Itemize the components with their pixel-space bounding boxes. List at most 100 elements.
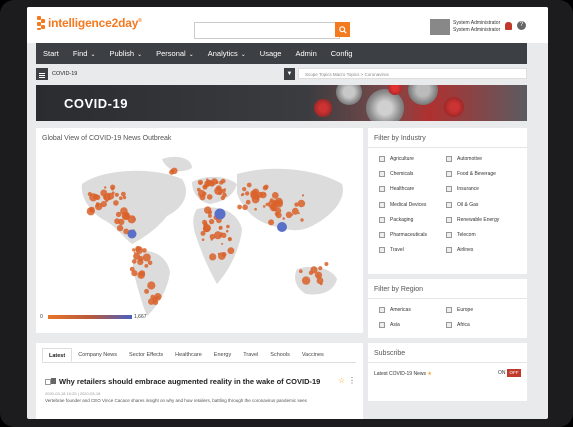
outbreak-bubble[interactable]: [282, 217, 285, 220]
outbreak-bubble[interactable]: [237, 204, 243, 210]
nav-item-personal[interactable]: Personal ⌄: [149, 49, 201, 58]
outbreak-bubble[interactable]: [144, 264, 149, 268]
nav-item-publish[interactable]: Publish ⌄: [102, 49, 149, 58]
filter-option[interactable]: Healthcare: [379, 185, 446, 193]
tab-latest[interactable]: Latest: [42, 348, 73, 362]
outbreak-bubble[interactable]: [218, 225, 223, 230]
outbreak-bubble[interactable]: [257, 191, 264, 198]
outbreak-bubble[interactable]: [208, 218, 215, 225]
checkbox[interactable]: [379, 231, 385, 238]
filter-option[interactable]: Insurance: [446, 185, 524, 193]
filter-icon[interactable]: ▼: [284, 68, 295, 80]
outbreak-bubble[interactable]: [227, 247, 235, 255]
nav-item-find[interactable]: Find ⌄: [66, 49, 103, 58]
outbreak-bubble[interactable]: [93, 193, 99, 200]
filter-option[interactable]: Food & Beverage: [446, 170, 524, 178]
filter-option[interactable]: Asia: [379, 321, 446, 329]
filter-option[interactable]: Medical Devices: [379, 201, 446, 209]
outbreak-bubble[interactable]: [142, 253, 151, 262]
filter-option[interactable]: Americas: [379, 306, 446, 314]
outbreak-bubble[interactable]: [133, 218, 136, 221]
nav-item-config[interactable]: Config: [324, 49, 360, 58]
subscribe-toggle[interactable]: OFF: [507, 369, 521, 377]
outbreak-bubble[interactable]: [211, 178, 218, 185]
outbreak-bubble[interactable]: [103, 195, 107, 200]
filter-option[interactable]: Agriculture: [379, 155, 446, 163]
outbreak-bubble[interactable]: [218, 191, 223, 196]
user-info[interactable]: System Administrator System Administrato…: [453, 20, 500, 34]
outbreak-bubble[interactable]: [147, 260, 153, 266]
outbreak-bubble[interactable]: [222, 192, 227, 198]
tab-healthcare[interactable]: Healthcare: [169, 348, 208, 362]
outbreak-bubble[interactable]: [271, 192, 279, 199]
outbreak-bubble[interactable]: [87, 192, 92, 197]
avatar[interactable]: [430, 19, 450, 35]
outbreak-bubble[interactable]: [217, 252, 221, 255]
filter-option[interactable]: Telecom: [446, 231, 524, 239]
outbreak-bubble[interactable]: [201, 238, 205, 241]
outbreak-bubble[interactable]: [170, 169, 174, 173]
tab-company-news[interactable]: Company News: [72, 348, 123, 362]
brand-logo[interactable]: intelligence2day®: [37, 16, 142, 30]
outbreak-bubble[interactable]: [301, 276, 311, 285]
checkbox[interactable]: [379, 322, 385, 329]
checkbox[interactable]: [446, 186, 452, 193]
checkbox[interactable]: [446, 231, 452, 238]
outbreak-bubble[interactable]: [246, 182, 252, 188]
filter-option[interactable]: Automotive: [446, 155, 524, 163]
outbreak-bubble[interactable]: [242, 204, 248, 211]
outbreak-bubble[interactable]: [291, 213, 294, 216]
outbreak-bubble[interactable]: [144, 288, 150, 294]
filter-option[interactable]: Airlines: [446, 246, 524, 254]
outbreak-bubble[interactable]: [318, 266, 323, 271]
outbreak-bubble[interactable]: [114, 192, 119, 197]
outbreak-bubble[interactable]: [95, 202, 103, 211]
outbreak-bubble[interactable]: [116, 224, 124, 232]
outbreak-bubble[interactable]: [104, 186, 107, 189]
outbreak-bubble[interactable]: [262, 205, 266, 208]
outbreak-bubble[interactable]: [285, 211, 293, 218]
nav-item-usage[interactable]: Usage: [253, 49, 289, 58]
outbreak-bubble[interactable]: [147, 281, 156, 290]
outbreak-bubble[interactable]: [324, 262, 329, 266]
outbreak-bubble[interactable]: [204, 206, 212, 214]
outbreak-bubble[interactable]: [242, 187, 247, 192]
help-icon[interactable]: ?: [517, 21, 526, 30]
nav-item-start[interactable]: Start: [36, 49, 66, 58]
outbreak-bubble[interactable]: [254, 207, 257, 211]
outbreak-bubble[interactable]: [199, 181, 202, 185]
tab-sector-effects[interactable]: Sector Effects: [123, 348, 169, 362]
outbreak-bubble[interactable]: [137, 271, 145, 279]
checkbox[interactable]: [379, 247, 385, 254]
outbreak-bubble[interactable]: [135, 245, 141, 252]
outbreak-bubble[interactable]: [264, 192, 267, 196]
outbreak-bubble[interactable]: [133, 251, 136, 254]
article-title[interactable]: Why retailers should embrace augmented r…: [51, 377, 320, 386]
outbreak-bubble[interactable]: [132, 248, 136, 252]
tab-schools[interactable]: Schools: [264, 348, 296, 362]
outbreak-bubble[interactable]: [200, 230, 206, 236]
outbreak-bubble[interactable]: [250, 192, 258, 200]
star-icon[interactable]: ☆: [338, 376, 345, 385]
outbreak-bubble[interactable]: [294, 202, 299, 207]
outbreak-bubble[interactable]: [274, 212, 279, 216]
outbreak-bubble[interactable]: [245, 191, 250, 196]
checkbox[interactable]: [379, 216, 385, 223]
tab-vaccines[interactable]: Vaccines: [296, 348, 330, 362]
outbreak-bubble[interactable]: [119, 196, 123, 200]
outbreak-bubble[interactable]: [196, 187, 201, 192]
outbreak-bubble[interactable]: [268, 219, 275, 226]
outbreak-bubble[interactable]: [113, 200, 119, 206]
checkbox[interactable]: [446, 322, 452, 329]
search-input[interactable]: [194, 22, 340, 39]
checkbox[interactable]: [379, 201, 385, 208]
outbreak-bubble[interactable]: [148, 298, 155, 305]
checkbox[interactable]: [446, 171, 452, 178]
outbreak-bubble[interactable]: [241, 192, 245, 196]
outbreak-bubble[interactable]: [132, 216, 135, 219]
outbreak-bubble[interactable]: [124, 213, 129, 218]
outbreak-bubble[interactable]: [207, 213, 212, 218]
checkbox[interactable]: [446, 307, 452, 313]
checkbox[interactable]: [446, 247, 452, 254]
world-map[interactable]: [42, 144, 360, 322]
